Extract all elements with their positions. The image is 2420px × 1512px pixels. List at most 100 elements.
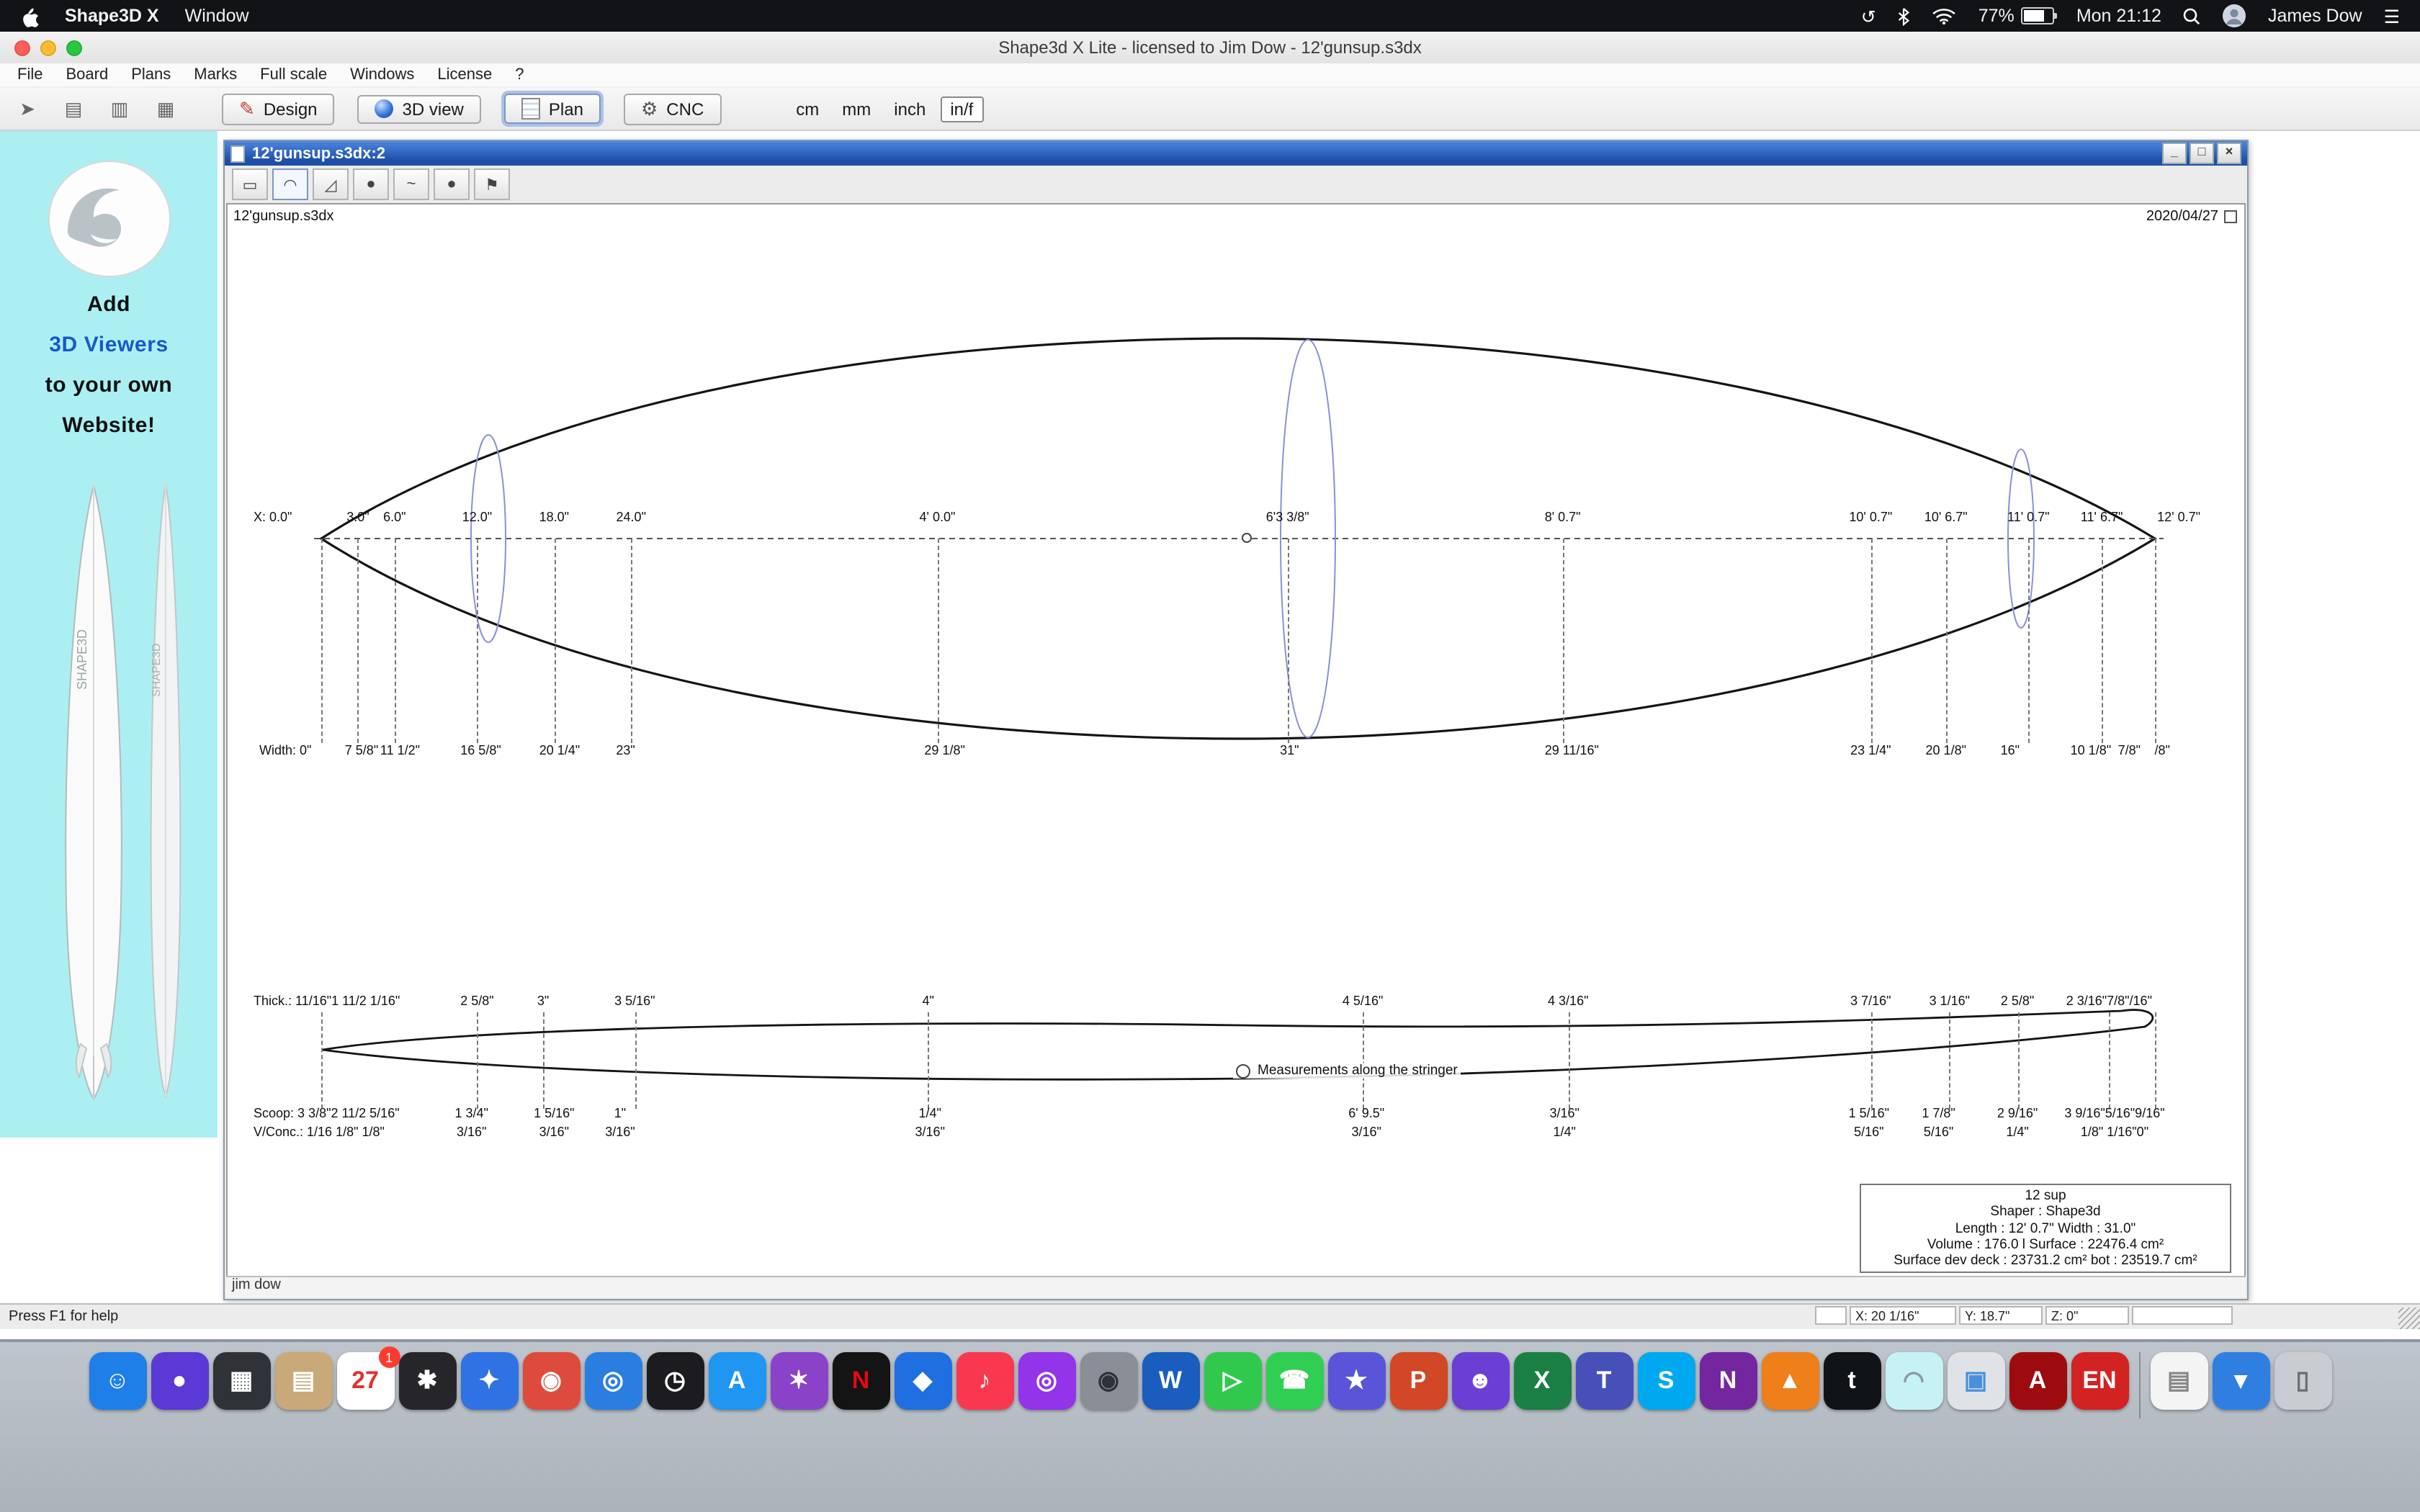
dock-icon-google-earth[interactable]: ◎ — [584, 1352, 642, 1410]
app-menu-item[interactable]: Windows — [339, 66, 426, 84]
dock-icon-siri[interactable]: ● — [151, 1352, 208, 1410]
3d-view-button[interactable]: 3D view — [358, 94, 481, 123]
plan-view-canvas[interactable]: 12'gunsup.s3dx 2020/04/27 X: 0.0" — [226, 203, 2246, 1277]
dock-icon-twitter[interactable]: t — [1823, 1352, 1881, 1410]
dock-icon-onenote[interactable]: N — [1699, 1352, 1757, 1410]
dock-icon-netflix[interactable]: N — [832, 1352, 889, 1410]
dock-icon-launchpad[interactable]: ▦ — [212, 1352, 270, 1410]
stringer-measurement-note: Measurements along the stringer — [1233, 1063, 1461, 1079]
dock-separator — [2138, 1352, 2140, 1418]
copy-tool-icon[interactable]: ▥ — [104, 93, 135, 125]
document-footer: jim dow — [226, 1276, 2246, 1297]
dock-icon-en-app[interactable]: EN — [2071, 1352, 2128, 1410]
dock-icon-contacts[interactable]: ▤ — [274, 1352, 332, 1410]
unit-inch[interactable]: inch — [885, 97, 934, 120]
menubar-item-window[interactable]: Window — [185, 6, 249, 26]
dock-icon-podcasts[interactable]: ◎ — [1018, 1352, 1075, 1410]
dock-icon-phone[interactable]: ☎ — [1265, 1352, 1323, 1410]
dock-icon-clock[interactable]: ◷ — [646, 1352, 704, 1410]
dock-icon-word[interactable]: W — [1142, 1352, 1199, 1410]
stringer-radio-icon[interactable] — [1236, 1063, 1250, 1078]
apple-menu-icon[interactable] — [20, 5, 39, 27]
dock-icon-textedit[interactable]: ▤ — [2150, 1352, 2208, 1410]
app-menu-item[interactable]: ? — [503, 66, 535, 84]
wifi-icon[interactable] — [1932, 7, 1957, 24]
ad-sidebar: Add3D Viewersto your ownWebsite! SHAPE3D… — [0, 131, 218, 1138]
dock-icon-vlc[interactable]: ▲ — [1761, 1352, 1819, 1410]
dock-icon-shortcuts[interactable]: ✶ — [770, 1352, 828, 1410]
minimize-button[interactable] — [40, 40, 56, 56]
resize-grip[interactable] — [2398, 1308, 2420, 1329]
dock-icon-safari[interactable]: ✦ — [460, 1352, 518, 1410]
dock-icon-shape3d[interactable]: ◠ — [1885, 1352, 1942, 1410]
unit-mm[interactable]: mm — [833, 97, 879, 120]
board-center-marker[interactable] — [1242, 533, 1252, 543]
profile-panel-button[interactable]: ◠ — [272, 168, 308, 200]
dock-icon-calendar[interactable]: 27 1 — [336, 1352, 394, 1410]
menubar-list-icon[interactable]: ☰ — [2384, 5, 2400, 27]
dock-app-glyph: ◎ — [1036, 1367, 1057, 1395]
cnc-button[interactable]: ⚙ CNC — [624, 93, 721, 125]
coordinate-fields: X: 20 1/16"Y: 18.7"Z: 0" — [1815, 1306, 2233, 1325]
dock-icon-powerpoint[interactable]: P — [1389, 1352, 1447, 1410]
dock-app-glyph: P — [1410, 1367, 1427, 1395]
document-titlebar[interactable]: 12'gunsup.s3dx:2 _ □ × — [225, 141, 2247, 166]
dock-icon-photos[interactable]: ✱ — [398, 1352, 456, 1410]
pointer-tool-icon[interactable]: ➤ — [12, 93, 43, 125]
slice-panel-button[interactable]: ◿ — [313, 168, 349, 200]
dock: ☺ ● ▦ ▤ — [0, 1342, 2420, 1512]
dock-icon-downloads[interactable]: ▾ — [2212, 1352, 2269, 1410]
bluetooth-icon[interactable] — [1898, 6, 1911, 25]
menubar-clock[interactable]: Mon 21:12 — [2076, 6, 2161, 26]
app-menu-item[interactable]: Plans — [120, 66, 182, 84]
app-menu-item[interactable]: Full scale — [248, 66, 339, 84]
unit-inf[interactable]: in/f — [940, 96, 983, 122]
station-tick — [358, 539, 359, 743]
outline-panel-button[interactable]: ▭ — [232, 168, 268, 200]
dock-icon-app-store[interactable]: A — [708, 1352, 766, 1410]
app-menu-item[interactable]: Marks — [182, 66, 248, 84]
user-avatar[interactable] — [2223, 4, 2246, 27]
dock-icon-skype[interactable]: S — [1637, 1352, 1695, 1410]
app-menu-item[interactable]: Board — [54, 66, 120, 84]
app-menu-item[interactable]: License — [426, 66, 503, 84]
outline-tool-icon[interactable]: ▤ — [58, 93, 89, 125]
deck-view-button[interactable]: ● — [353, 168, 389, 200]
plan-button[interactable]: Plan — [504, 94, 601, 124]
dock-icon-finder[interactable]: ☺ — [89, 1352, 146, 1410]
macos-menubar: Shape3D X Window ↺ 77% Mon 21:12 James D… — [0, 0, 2420, 32]
user-name[interactable]: James Dow — [2268, 6, 2362, 26]
menubar-app-name[interactable]: Shape3D X — [65, 6, 159, 26]
dock-icon-teams[interactable]: T — [1575, 1352, 1633, 1410]
battery-indicator[interactable]: 77% — [1978, 6, 2055, 26]
station-tick — [1870, 1012, 1872, 1109]
coordinate-field — [1815, 1306, 1847, 1325]
rocker-view-button[interactable]: ~ — [393, 168, 429, 200]
app-menu-item[interactable]: File — [6, 66, 54, 84]
close-button[interactable] — [14, 40, 30, 56]
dock-icon-mail[interactable]: ◆ — [894, 1352, 951, 1410]
dock-icon-preview[interactable]: ▣ — [1947, 1352, 2004, 1410]
doc-maximize-button[interactable]: □ — [2190, 143, 2214, 164]
doc-close-button[interactable]: × — [2217, 143, 2241, 164]
bottom-view-button[interactable]: ● — [434, 168, 470, 200]
design-button[interactable]: ✎ Design — [222, 93, 335, 125]
dock-icon-acrobat[interactable]: A — [2009, 1352, 2066, 1410]
measurements-button[interactable]: ⚑ — [474, 168, 510, 200]
spotlight-icon[interactable] — [2183, 6, 2202, 25]
dock-icon-trash[interactable]: ▯ — [2274, 1352, 2331, 1410]
zoom-button[interactable] — [66, 40, 82, 56]
board-info-line: Shaper : Shape3d — [1863, 1205, 2228, 1220]
dock-icon-chrome[interactable]: ◉ — [522, 1352, 580, 1410]
dock-icon-camera[interactable]: ◉ — [1080, 1352, 1137, 1410]
unit-cm[interactable]: cm — [787, 97, 828, 120]
board-data-tool-icon[interactable]: ▦ — [150, 93, 182, 125]
dock-icon-music[interactable]: ♪ — [956, 1352, 1013, 1410]
dock-icon-excel[interactable]: X — [1513, 1352, 1571, 1410]
dock-icon-star-app[interactable]: ★ — [1327, 1352, 1385, 1410]
history-icon[interactable]: ↺ — [1861, 5, 1876, 27]
dock-icon-mask-app[interactable]: ☻ — [1451, 1352, 1509, 1410]
doc-minimize-button[interactable]: _ — [2162, 143, 2187, 164]
dock-icon-facetime[interactable]: ▷ — [1204, 1352, 1261, 1410]
dock-app-glyph: ▤ — [292, 1367, 315, 1395]
